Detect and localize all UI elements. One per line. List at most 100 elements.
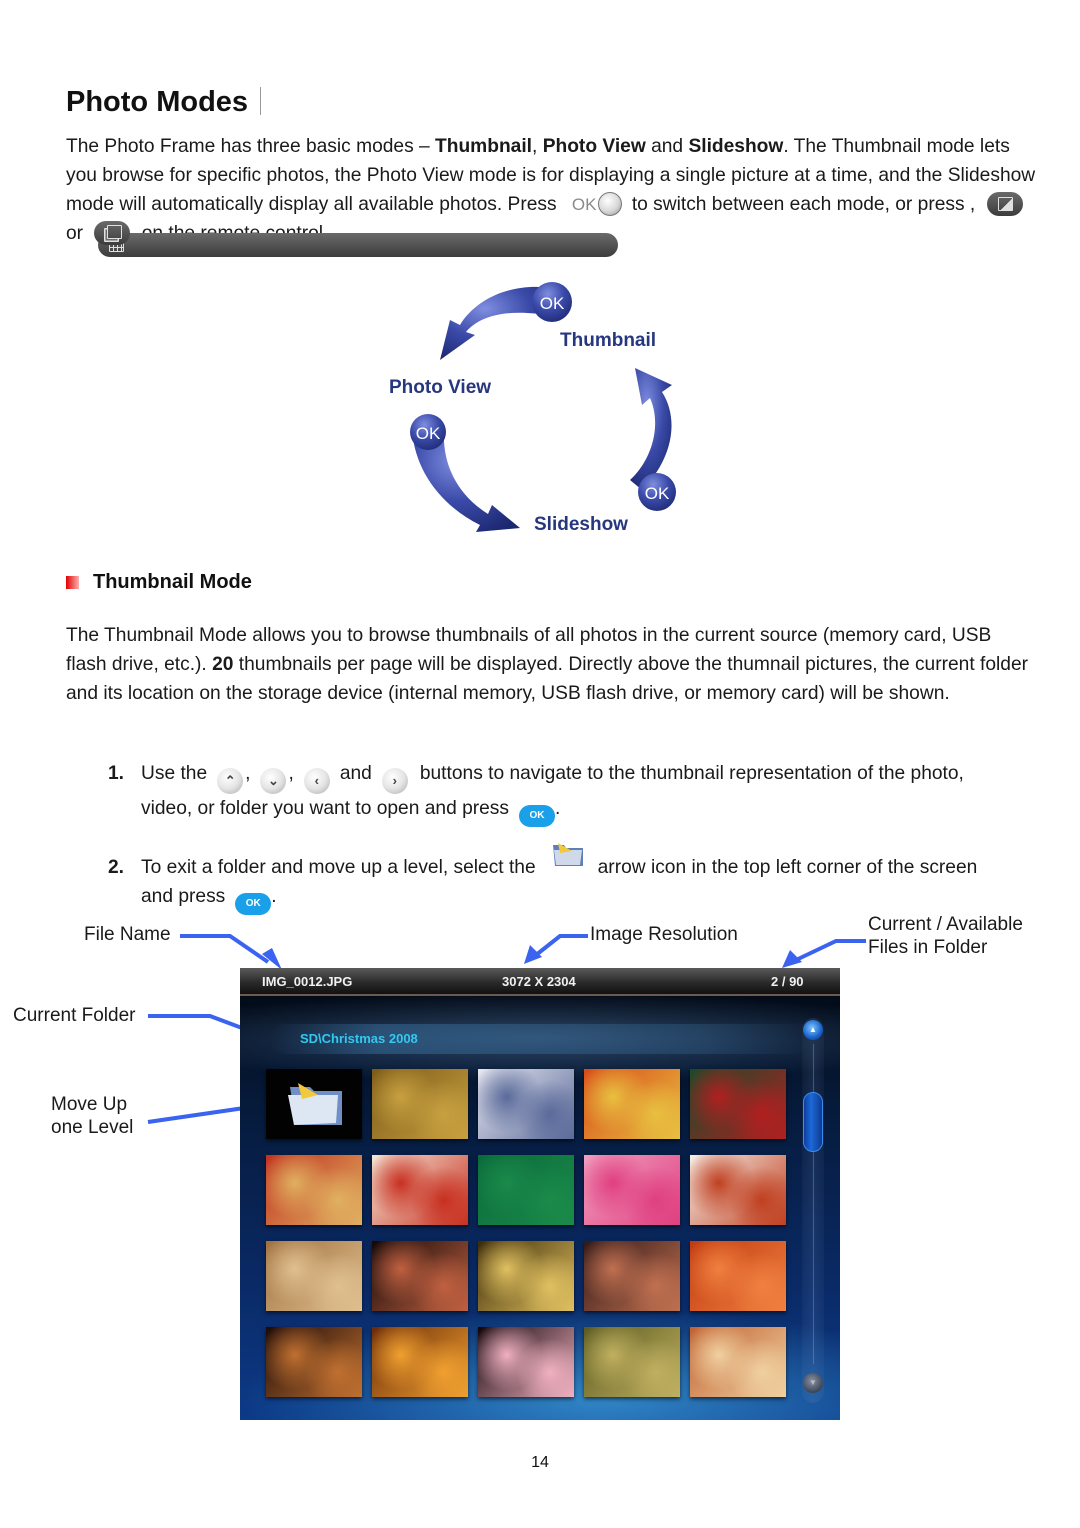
up-arrow-button-icon: ⌃ — [217, 768, 244, 794]
intro-bold-thumbnail: Thumbnail — [435, 136, 533, 157]
move-up-folder-tile[interactable] — [266, 1069, 362, 1139]
thumbnail-mode-description: The Thumbnail Mode allows you to browse … — [66, 621, 1036, 708]
arrow-thumbnail-to-photoview: OK — [440, 282, 572, 360]
thumbnail-mode-screen: IMG_0012.JPG 3072 X 2304 2 / 90 SD\Chris… — [240, 968, 840, 1420]
step-text: To exit a folder and move up a level, se… — [141, 857, 536, 878]
folder-up-icon — [288, 1083, 342, 1125]
step-text: and press — [141, 886, 226, 907]
photo-thumbnail[interactable] — [372, 1327, 468, 1397]
intro-text: , — [969, 194, 981, 215]
photo-thumbnail[interactable] — [690, 1155, 786, 1225]
photo-thumbnail[interactable] — [266, 1327, 362, 1397]
photo-thumbnail[interactable] — [372, 1241, 468, 1311]
page-number: 14 — [531, 1454, 549, 1471]
callout-current-folder: Current Folder — [13, 1005, 136, 1026]
page-title: Photo Modes — [66, 86, 262, 119]
photo-thumbnail[interactable] — [584, 1327, 680, 1397]
step-text: buttons to navigate to the thumbnail rep… — [419, 763, 964, 784]
mode-label-thumbnail: Thumbnail — [560, 330, 657, 351]
photo-thumbnail[interactable] — [690, 1069, 786, 1139]
down-arrow-button-icon: ⌄ — [260, 768, 287, 794]
ok-button-label: OK — [571, 195, 597, 214]
step-number: 2. — [108, 857, 125, 878]
step-text: Use the — [141, 763, 208, 784]
step-number: 1. — [108, 763, 125, 784]
photo-thumbnail[interactable] — [478, 1155, 574, 1225]
callout-current-available: Current / Available Files in Folder — [868, 913, 1023, 959]
mode-label-photo-view: Photo View — [389, 377, 492, 398]
photo-thumbnail[interactable] — [478, 1241, 574, 1311]
callout-line: one Level — [51, 1117, 134, 1138]
scroll-up-button[interactable]: ▲ — [803, 1020, 823, 1040]
photo-view-remote-button-icon — [986, 192, 1023, 216]
arrowhead — [262, 948, 282, 970]
arrow-photoview-to-slideshow: OK — [410, 414, 520, 532]
photo-thumbnail[interactable] — [478, 1069, 574, 1139]
intro-text: and — [645, 136, 689, 157]
step-text: arrow icon in the top left corner of the… — [597, 857, 978, 878]
intro-text: or — [66, 223, 89, 244]
mode-label-slideshow: Slideshow — [534, 514, 628, 535]
arrow-file-name — [180, 934, 270, 964]
current-folder-bar: SD\Christmas 2008 — [270, 1024, 810, 1054]
thumbnail-remote-button-icon — [98, 233, 618, 257]
photo-thumbnail[interactable] — [584, 1155, 680, 1225]
arrow-current-available — [795, 939, 866, 962]
step-text: . — [271, 886, 277, 907]
step-text: , — [245, 763, 251, 784]
current-folder-path: SD\Christmas 2008 — [300, 1031, 418, 1046]
ok-blue-button-icon: OK — [235, 893, 272, 915]
thumbnail-grid — [266, 1069, 786, 1397]
move-up-folder-icon — [552, 843, 583, 866]
intro-text: to switch between each mode, or press — [626, 194, 970, 215]
scrollbar-thumb[interactable] — [803, 1092, 823, 1152]
photo-thumbnail[interactable] — [372, 1069, 468, 1139]
photo-thumbnail[interactable] — [266, 1155, 362, 1225]
step-2: 2. To exit a folder and move up a level, … — [108, 839, 977, 915]
ok-blue-button-icon: OK — [519, 805, 555, 827]
callout-line: Move Up — [51, 1094, 128, 1115]
photo-thumbnail[interactable] — [690, 1241, 786, 1311]
file-counter-label: 2 / 90 — [771, 974, 804, 989]
cycle-arrows-graphic: OK OK OK — [410, 282, 676, 532]
description-bold-count: 20 — [212, 654, 234, 675]
intro-bold-slideshow: Slideshow — [688, 136, 784, 157]
step-text: video, or folder you want to open and pr… — [141, 798, 509, 819]
scroll-down-button[interactable]: ▼ — [803, 1373, 823, 1393]
callout-image-resolution: Image Resolution — [590, 924, 738, 945]
left-arrow-button-icon: ‹ — [303, 768, 330, 794]
intro-paragraph: The Photo Frame has three basic modes – … — [66, 132, 1036, 257]
step-1: 1. Use the ⌃, ⌄, ‹ and › buttons to navigate to… — [108, 759, 964, 827]
photo-thumbnail[interactable] — [372, 1155, 468, 1225]
photo-thumbnail[interactable] — [584, 1241, 680, 1311]
screen-info-bar: IMG_0012.JPG 3072 X 2304 2 / 90 — [240, 968, 840, 996]
step-text: and — [339, 763, 372, 784]
photo-thumbnail[interactable] — [266, 1241, 362, 1311]
photo-thumbnail[interactable] — [690, 1327, 786, 1397]
step-text: . — [555, 798, 561, 819]
title-divider — [260, 87, 262, 115]
step-text: , — [288, 763, 294, 784]
right-arrow-button-icon: › — [381, 768, 408, 794]
section-heading-text: Thumbnail Mode — [93, 571, 252, 593]
intro-text: , — [532, 136, 543, 157]
callout-line: Files in Folder — [868, 937, 988, 958]
ok-round-button-icon — [598, 192, 623, 216]
ok-label: OK — [416, 424, 441, 443]
callout-move-up: Move Up one Level — [51, 1093, 133, 1139]
arrowhead — [524, 945, 542, 964]
arrow-slideshow-to-thumbnail: OK — [630, 368, 676, 511]
section-heading-thumbnail-mode: Thumbnail Mode — [66, 571, 252, 594]
ok-label: OK — [645, 484, 670, 503]
photo-thumbnail[interactable] — [584, 1069, 680, 1139]
image-resolution-label: 3072 X 2304 — [502, 974, 576, 989]
intro-bold-photo-view: Photo View — [542, 136, 646, 157]
red-bullet-icon — [66, 576, 79, 589]
callout-file-name: File Name — [84, 924, 171, 945]
intro-text: The Photo Frame has three basic modes – — [66, 136, 436, 157]
photo-thumbnail[interactable] — [478, 1327, 574, 1397]
file-name-label: IMG_0012.JPG — [262, 974, 353, 989]
ok-label: OK — [540, 294, 565, 313]
mode-cycle-diagram: OK OK OK Thumbnail Photo View Slideshow — [380, 280, 700, 545]
callout-line: Current / Available — [868, 914, 1023, 935]
